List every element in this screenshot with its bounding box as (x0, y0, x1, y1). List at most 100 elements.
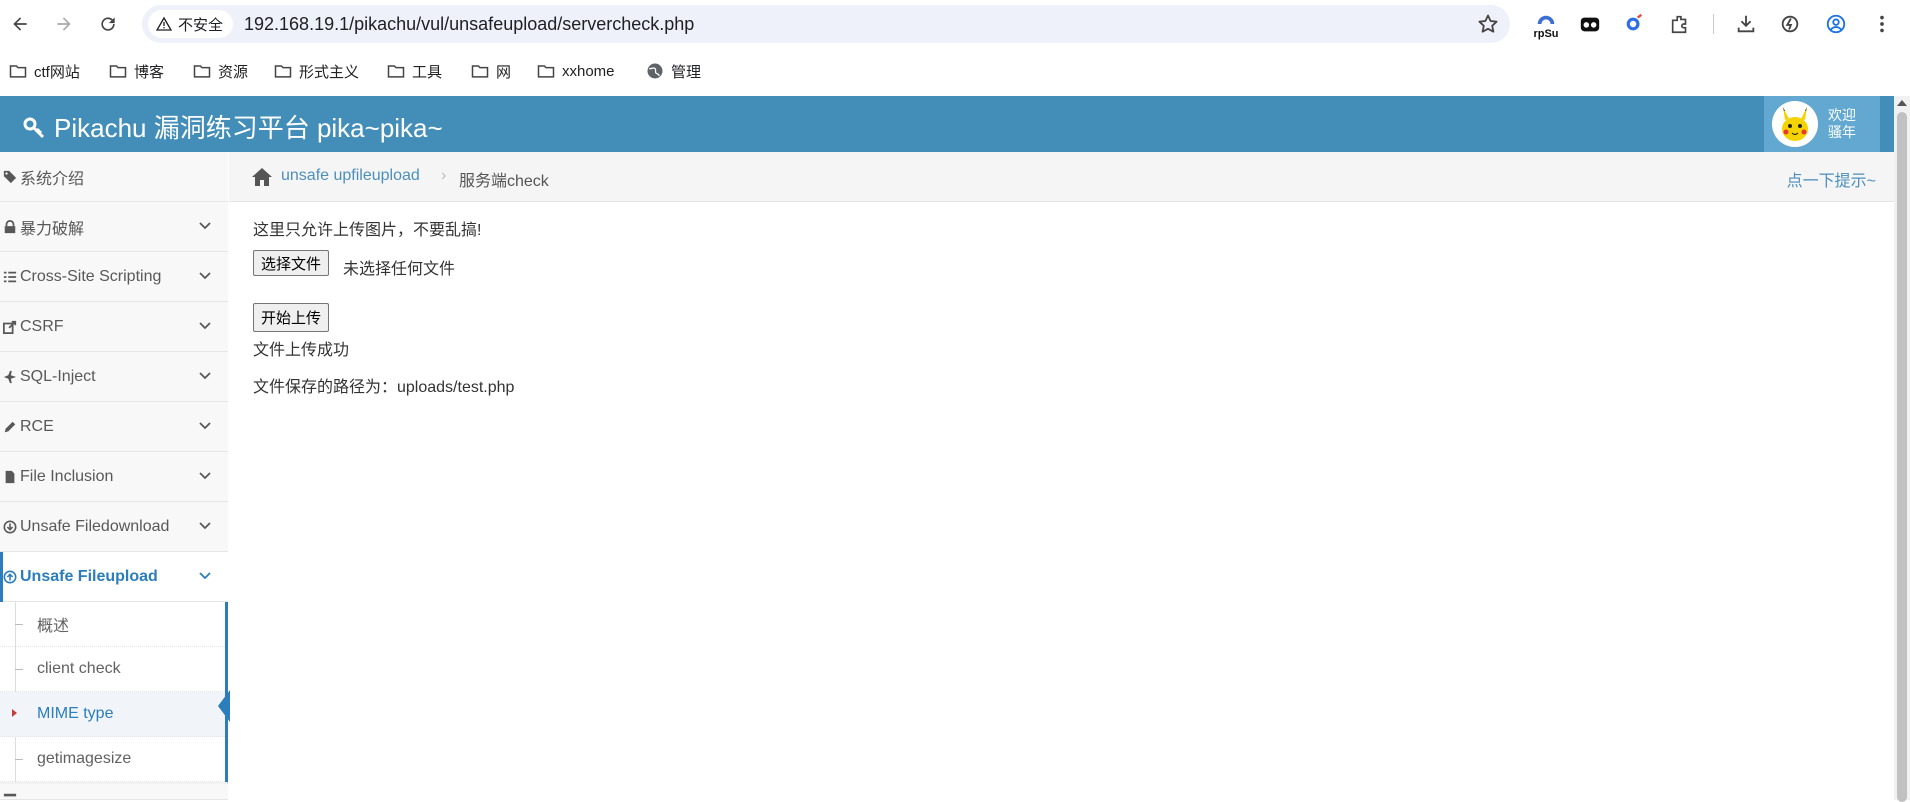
home-icon[interactable] (251, 167, 273, 187)
sidebar-item-xss[interactable]: Cross-Site Scripting (0, 252, 228, 302)
active-item-pointer (218, 690, 230, 722)
user-menu[interactable]: 欢迎 骚年 (1764, 96, 1880, 152)
breadcrumb-current: 服务端check (459, 173, 549, 190)
menu-button[interactable] (1866, 8, 1898, 40)
upload-result: 文件上传成功 (253, 342, 350, 359)
bookmark-star-button[interactable] (1476, 12, 1500, 36)
sidebar-item-label: CSRF (20, 317, 64, 335)
security-chip[interactable]: 不安全 (148, 10, 234, 38)
toolbar-divider (1713, 14, 1714, 34)
chevron-down-icon (199, 222, 211, 230)
search-extension-icon (1626, 13, 1643, 31)
bookmark-folder[interactable]: 博客 (108, 60, 164, 82)
sidebar-item-label: 系统介绍 (20, 170, 85, 188)
arrow-right-icon (57, 17, 71, 31)
folder-icon (387, 65, 405, 78)
bookmark-folder[interactable]: 形式主义 (273, 60, 359, 82)
upload-button[interactable]: 开始上传 (253, 303, 330, 332)
tags-icon (0, 170, 20, 184)
security-label: 不安全 (178, 16, 224, 34)
url-text: 192.168.19.1/pikachu/vul/unsafeupload/se… (244, 14, 695, 34)
submenu-item-mime-type[interactable]: MIME type (0, 692, 225, 737)
chevron-down-icon (199, 272, 211, 280)
back-button[interactable] (4, 8, 36, 40)
sidebar-item-label: 暴力破解 (20, 220, 85, 238)
star-icon (1478, 14, 1498, 33)
extensions-button[interactable] (1664, 8, 1696, 40)
extension-glasses[interactable] (1574, 8, 1606, 40)
submenu-item-overview[interactable]: 概述 (0, 602, 225, 647)
performance-button[interactable] (1774, 8, 1806, 40)
scroll-up-icon[interactable] (1897, 100, 1907, 106)
app-title[interactable]: Pikachu 漏洞练习平台 pika~pika~ (22, 108, 443, 145)
sidebar-item-filedownload[interactable]: Unsafe Filedownload (0, 502, 228, 552)
sidebar-item-label: File Inclusion (20, 467, 114, 485)
key-icon (23, 117, 45, 138)
sidebar-item-file-inclusion[interactable]: File Inclusion (0, 452, 228, 502)
folder-icon (537, 65, 555, 78)
bookmark-label: 工具 (412, 63, 443, 81)
chevron-down-icon (199, 322, 211, 330)
forward-button[interactable] (48, 8, 80, 40)
page-scrollbar[interactable] (1894, 96, 1910, 802)
bookmark-folder[interactable]: xxhome (536, 60, 615, 82)
bookmark-link[interactable]: 管理 (645, 60, 701, 82)
bookmark-folder[interactable]: 网 (470, 60, 511, 82)
sidebar-item-label: RCE (20, 417, 54, 435)
folder-icon (193, 65, 211, 78)
sidebar-item-label: Cross-Site Scripting (20, 267, 162, 285)
sidebar-item-bruteforce[interactable]: 暴力破解 (0, 202, 228, 252)
submenu-item-label: client check (37, 660, 121, 677)
sidebar-item-label: SQL-Inject (20, 367, 96, 385)
bookmark-label: 管理 (671, 63, 702, 81)
hint-link[interactable]: 点一下提示~ (1787, 167, 1876, 191)
breadcrumb: unsafe upfileupload › 服务端check 点一下提示~ (229, 152, 1894, 202)
submenu-item-label: 概述 (37, 618, 70, 635)
folder-icon (109, 65, 127, 78)
upload-notice: 这里只允许上传图片，不要乱搞! (253, 222, 482, 239)
submenu-item-client-check[interactable]: client check (0, 647, 225, 692)
sidebar-item-sqli[interactable]: SQL-Inject (0, 352, 228, 402)
download-circle-icon (0, 520, 20, 534)
reload-icon (101, 17, 115, 31)
sidebar-item-intro[interactable]: 系统介绍 (0, 152, 228, 202)
bookmark-label: 博客 (134, 63, 165, 81)
globe-icon (647, 63, 663, 79)
chevron-down-icon (199, 472, 211, 480)
saved-path: 文件保存的路径为：uploads/test.php (253, 379, 515, 396)
profile-icon (1826, 14, 1846, 34)
share-icon (0, 320, 20, 334)
sidebar-item-rce[interactable]: RCE (0, 402, 228, 452)
extension-search[interactable] (1618, 8, 1650, 40)
downloads-button[interactable] (1730, 8, 1762, 40)
fileupload-submenu: 概述 client check MIME type getimagesize (0, 602, 228, 782)
rpsu-logo-icon (1537, 15, 1555, 24)
bookmark-folder[interactable]: 资源 (192, 60, 248, 82)
profile-button[interactable] (1820, 8, 1852, 40)
bookmark-label: 资源 (218, 63, 249, 81)
reload-button[interactable] (92, 8, 124, 40)
extension-rpsu[interactable]: rpSu (1530, 8, 1562, 40)
breadcrumb-separator: › (441, 167, 447, 184)
bookmark-folder[interactable]: ctf网站 (8, 60, 80, 82)
folder-icon (274, 65, 292, 78)
choose-file-button[interactable]: 选择文件 (253, 250, 330, 276)
sidebar-item-csrf[interactable]: CSRF (0, 302, 228, 352)
submenu-item-getimagesize[interactable]: getimagesize (0, 737, 225, 782)
pencil-icon (0, 420, 20, 434)
pikachu-avatar-icon (1772, 101, 1818, 147)
scrollbar-thumb[interactable] (1897, 112, 1907, 802)
welcome-text: 欢迎 骚年 (1828, 107, 1856, 141)
sidebar-item-fileupload[interactable]: Unsafe Fileupload (0, 552, 228, 602)
bookmark-folder[interactable]: 工具 (386, 60, 442, 82)
sidebar-item-label: Unsafe Fileupload (20, 567, 158, 585)
breadcrumb-link[interactable]: unsafe upfileupload (281, 167, 420, 185)
file-icon (0, 470, 20, 484)
lock-icon (0, 219, 20, 234)
fighter-jet-icon (0, 370, 20, 384)
bookmark-label: xxhome (562, 62, 615, 80)
address-bar[interactable]: 不安全 192.168.19.1/pikachu/vul/unsafeuploa… (142, 5, 1510, 43)
sidebar-item-next[interactable] (0, 784, 228, 800)
welcome-line: 欢迎 (1828, 107, 1856, 123)
rpsu-label: rpSu (1533, 28, 1559, 40)
